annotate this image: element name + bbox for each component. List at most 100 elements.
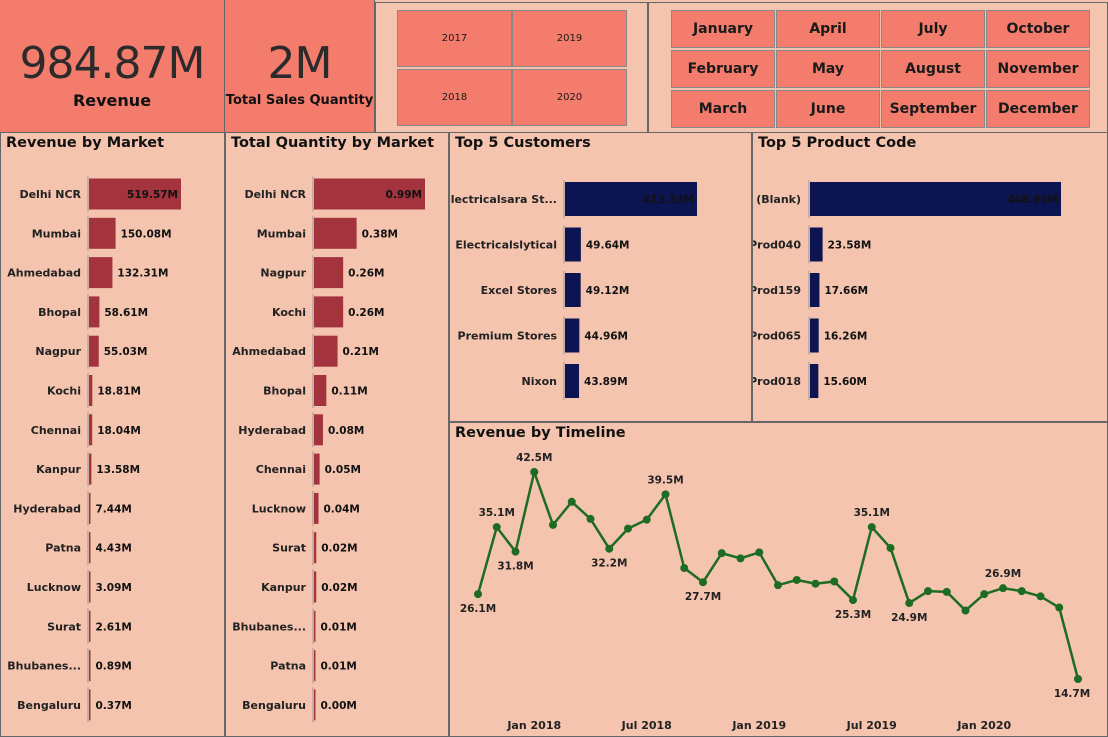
timeline-point[interactable] <box>586 514 595 523</box>
timeline-point[interactable] <box>624 524 632 533</box>
category-label: Chennai <box>256 463 306 476</box>
data-label: 18.81M <box>97 386 141 398</box>
category-label: Bhopal <box>263 385 306 398</box>
bar[interactable] <box>314 689 316 721</box>
bar[interactable] <box>89 375 93 406</box>
bar[interactable] <box>89 414 93 446</box>
timeline-point[interactable] <box>567 497 576 506</box>
data-label: 0.11M <box>331 386 367 398</box>
bar[interactable] <box>314 335 338 367</box>
bar[interactable] <box>810 364 819 398</box>
timeline-point[interactable] <box>492 523 501 532</box>
bar[interactable] <box>314 571 317 603</box>
bar[interactable] <box>89 335 99 367</box>
bar[interactable] <box>89 532 91 564</box>
timeline-point[interactable] <box>680 564 689 573</box>
bar[interactable] <box>89 689 91 721</box>
timeline-point[interactable] <box>549 520 557 529</box>
bar[interactable] <box>565 227 581 262</box>
timeline-point[interactable] <box>1074 675 1082 683</box>
timeline-point[interactable] <box>755 548 764 557</box>
bar[interactable] <box>314 257 344 289</box>
timeline-point[interactable] <box>605 544 614 553</box>
month-button-august[interactable]: August <box>881 50 985 88</box>
month-button-april[interactable]: April <box>776 10 880 48</box>
category-label: Prod065 <box>753 330 801 343</box>
timeline-point[interactable] <box>830 577 839 586</box>
timeline-point[interactable] <box>774 581 782 590</box>
bar[interactable] <box>89 453 92 485</box>
data-label: 0.26M <box>348 307 384 319</box>
bar[interactable] <box>314 296 344 328</box>
timeline-point[interactable] <box>961 606 970 615</box>
timeline-point[interactable] <box>511 547 520 556</box>
bar[interactable] <box>810 318 819 353</box>
month-button-july[interactable]: July <box>881 10 985 48</box>
month-button-june[interactable]: June <box>776 90 880 128</box>
bar[interactable] <box>89 257 113 289</box>
month-button-may[interactable]: May <box>776 50 880 88</box>
category-label: Chennai <box>31 424 81 437</box>
bar[interactable] <box>314 414 323 446</box>
timeline-point[interactable] <box>999 584 1007 593</box>
timeline-point[interactable] <box>474 590 482 599</box>
bar[interactable] <box>314 532 317 564</box>
timeline-data-label: 35.1M <box>479 507 515 519</box>
bar[interactable] <box>314 375 327 406</box>
month-button-november[interactable]: November <box>986 50 1090 88</box>
category-label: Prod159 <box>753 284 801 297</box>
bar[interactable] <box>89 296 100 328</box>
timeline-point[interactable] <box>717 549 726 558</box>
month-button-december[interactable]: December <box>986 90 1090 128</box>
timeline-point[interactable] <box>736 554 745 563</box>
timeline-point[interactable] <box>867 523 876 532</box>
data-label: 2.61M <box>96 621 132 633</box>
timeline-point[interactable] <box>1036 592 1045 601</box>
timeline-point[interactable] <box>980 590 989 599</box>
timeline-point[interactable] <box>942 587 951 596</box>
timeline-point[interactable] <box>642 515 651 524</box>
bar[interactable] <box>89 217 116 249</box>
bar[interactable] <box>565 318 580 353</box>
bar[interactable] <box>314 453 320 485</box>
timeline-point[interactable] <box>699 578 707 587</box>
bar[interactable] <box>89 492 91 524</box>
month-button-march[interactable]: March <box>671 90 775 128</box>
bar[interactable] <box>314 650 316 682</box>
data-label: 13.58M <box>96 464 140 476</box>
bar[interactable] <box>565 364 580 398</box>
month-button-january[interactable]: January <box>671 10 775 48</box>
timeline-point[interactable] <box>530 468 539 476</box>
bar[interactable] <box>565 273 581 307</box>
month-button-february[interactable]: February <box>671 50 775 88</box>
data-label: 0.37M <box>96 700 132 712</box>
year-button-2017[interactable]: 2017 <box>397 10 512 67</box>
bar[interactable] <box>810 227 823 262</box>
timeline-point[interactable] <box>1017 587 1026 596</box>
bar[interactable] <box>314 610 316 642</box>
timeline-point[interactable] <box>924 587 932 596</box>
bar[interactable] <box>89 650 91 682</box>
year-button-2020[interactable]: 2020 <box>512 69 627 126</box>
bar[interactable] <box>810 273 820 307</box>
year-button-2018[interactable]: 2018 <box>397 69 512 126</box>
bar[interactable] <box>314 217 357 249</box>
timeline-point[interactable] <box>886 543 895 552</box>
timeline-point[interactable] <box>849 596 857 605</box>
top5-products-panel: Top 5 Product Code (Blank) 468.96M Prod040… <box>752 132 1108 422</box>
data-label: 413.33M <box>643 194 694 206</box>
timeline-point[interactable] <box>1055 603 1064 612</box>
timeline-point[interactable] <box>661 490 670 499</box>
month-button-october[interactable]: October <box>986 10 1090 48</box>
timeline-point[interactable] <box>905 599 914 608</box>
timeline-point[interactable] <box>792 575 801 584</box>
bar[interactable] <box>314 492 319 524</box>
year-button-2019[interactable]: 2019 <box>512 10 627 67</box>
quantity-by-market-chart: Delhi NCR 0.99M Mumbai 0.38M Nagpur 0.26M Koch… <box>232 176 425 723</box>
category-label: Kanpur <box>36 463 81 476</box>
quantity-kpi-value: 2M <box>267 38 333 89</box>
bar[interactable] <box>89 610 91 642</box>
month-button-september[interactable]: September <box>881 90 985 128</box>
bar[interactable] <box>89 571 91 603</box>
timeline-point[interactable] <box>811 579 820 588</box>
